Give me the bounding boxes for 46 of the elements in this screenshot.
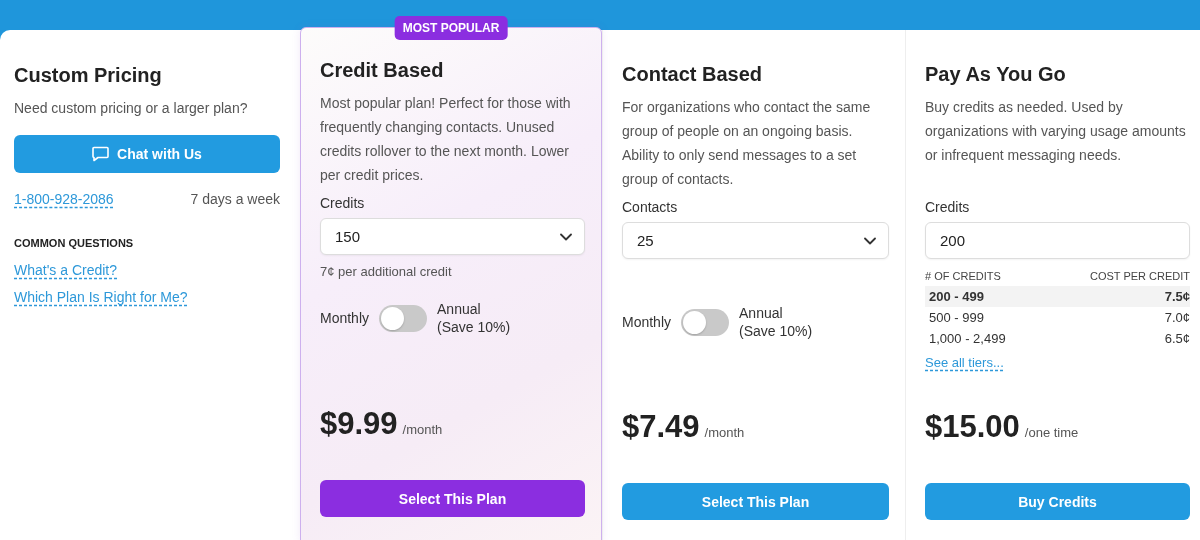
column-header: # OF CREDITS [925,270,1001,282]
question-link[interactable]: What's a Credit? [14,262,118,278]
plan-title: Pay As You Go [925,62,1067,87]
plan-description: For organizations who contact the same group of people on an ongoing basis. Ability to only send messages to a set group of contacts. [622,98,872,189]
plan-title: Credit Based [320,58,445,83]
tier-row-text: 1,000 - 2,499 6.5¢ [928,330,1190,348]
phone-link[interactable]: 1-800-928-2086 [14,191,114,207]
chevron-down-icon [560,232,572,241]
toggle-label: Annual (Save 10%) [739,304,814,340]
field-label: Credits [925,199,971,215]
price: $9.99 [320,406,398,442]
plan-title: Custom Pricing [14,63,163,88]
select-plan-button[interactable]: Select This Plan [320,480,585,517]
price: $15.00 [925,409,1020,445]
plan-description: Need custom pricing or a larger plan? [14,99,249,118]
select-plan-button[interactable]: Buy Credits [925,483,1190,520]
select-plan-button[interactable]: Select This Plan [622,483,889,520]
price: $7.49 [622,409,700,445]
plan-title: Contact Based [622,62,764,87]
input-field[interactable]: 200 [925,222,1190,259]
tier-row: 200 - 499 7.5¢ [925,286,1190,307]
dropdown-field[interactable]: 150 [320,218,585,255]
toggle-switch[interactable] [681,308,730,336]
toggle-switch[interactable] [379,304,428,332]
plan-description: Most popular plan! Perfect for those with frequently changing contacts. Unused credits rollover to the next month. Lower per credit prices. [320,94,572,185]
chevron-down-icon [864,236,876,245]
question-link[interactable]: Which Plan Is Right for Me? [14,289,188,305]
toggle-label: Monthly [320,310,370,326]
price-period: /month [704,425,745,440]
section-heading: COMMON QUESTIONS [14,237,135,249]
note-text: 7¢ per additional credit [320,264,453,280]
column-header: COST PER CREDIT [1089,270,1190,282]
toggle-label: Annual (Save 10%) [437,300,512,336]
popular-badge: MOST POPULAR [394,16,508,40]
field-label: Contacts [622,199,679,215]
tier-row-text: 500 - 999 7.0¢ [928,309,1190,327]
tiers-link[interactable]: See all tiers... [925,355,1004,370]
plan-description: Buy credits as needed. Used by organizations with varying usage amounts or infrequent messaging needs. [925,98,1187,165]
hours-text: 7 days a week [190,191,280,207]
chat-button[interactable]: Chat with Us [14,135,280,173]
price-period: /one time [1024,425,1079,440]
dropdown-field[interactable]: 25 [622,222,889,259]
chat-bubble-icon [92,146,110,162]
toggle-label: Monthly [622,314,672,330]
price-period: /month [402,422,443,437]
field-label: Credits [320,195,366,211]
